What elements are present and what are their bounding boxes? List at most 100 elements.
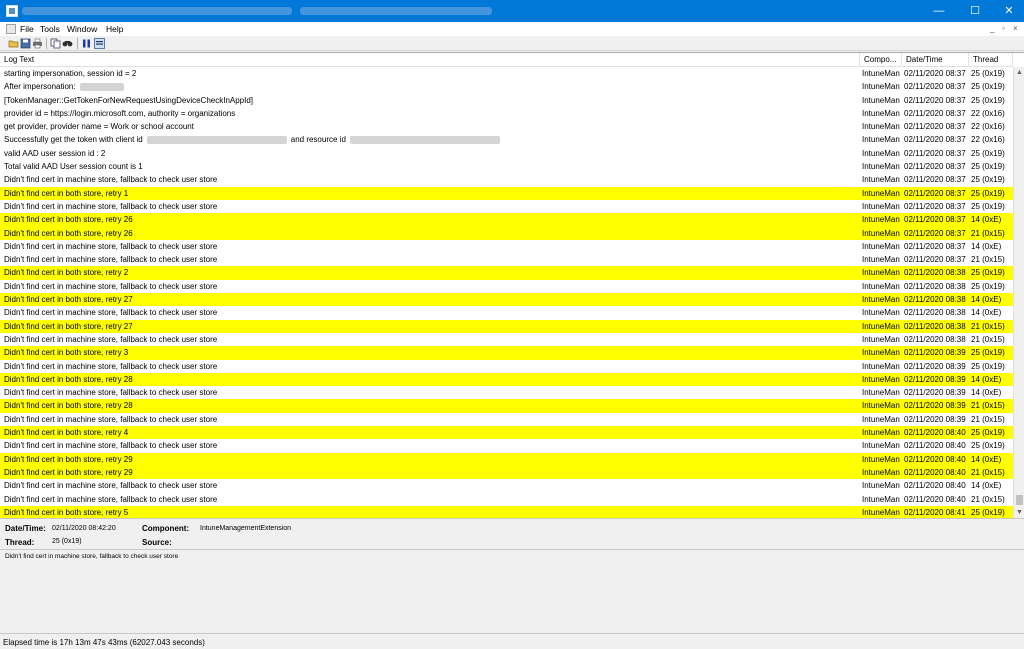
- table-row[interactable]: Successfully get the token with client i…: [0, 133, 1013, 146]
- table-row[interactable]: Didn't find cert in both store, retry 26…: [0, 226, 1013, 240]
- table-row[interactable]: Didn't find cert in both store, retry 29…: [0, 465, 1013, 480]
- log-text-cell: Didn't find cert in machine store, fallb…: [4, 479, 858, 492]
- log-text: Didn't find cert in both store, retry 27: [4, 295, 133, 305]
- log-text-cell: Didn't find cert in machine store, fallb…: [4, 173, 858, 186]
- mdi-close-button[interactable]: ×: [1013, 22, 1018, 36]
- component-cell: IntuneMan: [862, 281, 900, 291]
- document-icon[interactable]: [6, 24, 16, 34]
- log-text-cell: Didn't find cert in both store, retry 27: [4, 320, 858, 333]
- copy-icon[interactable]: [50, 38, 61, 49]
- table-row[interactable]: [TokenManager::GetTokenForNewRequestUsin…: [0, 94, 1013, 107]
- scroll-thumb[interactable]: [1016, 495, 1023, 505]
- table-row[interactable]: Didn't find cert in both store, retry 27…: [0, 293, 1013, 307]
- component-cell: IntuneMan: [862, 148, 900, 158]
- close-button[interactable]: ✕: [992, 0, 1024, 22]
- column-header-thread[interactable]: Thread: [969, 53, 1013, 67]
- menu-help[interactable]: Help: [106, 23, 123, 35]
- datetime-cell: 02/11/2020 08:37: [904, 255, 966, 265]
- open-icon[interactable]: [8, 38, 19, 49]
- pause-icon[interactable]: [81, 38, 92, 49]
- table-row[interactable]: Didn't find cert in both store, retry 4 I…: [0, 426, 1013, 440]
- thread-cell: 14 (0xE): [971, 481, 1002, 491]
- scroll-up-icon[interactable]: ▲: [1014, 67, 1024, 78]
- log-text: Didn't find cert in both store, retry 2: [4, 268, 129, 278]
- thread-cell: 25 (0x19): [971, 69, 1005, 78]
- table-row[interactable]: Didn't find cert in machine store, fallb…: [0, 386, 1013, 399]
- column-header-log-text[interactable]: Log Text: [0, 53, 860, 67]
- log-text: [TokenManager::GetTokenForNewRequestUsin…: [4, 95, 254, 105]
- table-row[interactable]: After impersonation: IntuneMan 02/11/2020 …: [0, 80, 1013, 93]
- table-row[interactable]: Didn't find cert in machine store, fallb…: [0, 253, 1013, 266]
- thread-cell: 14 (0xE): [971, 241, 1002, 251]
- table-row[interactable]: Didn't find cert in machine store, fallb…: [0, 200, 1013, 213]
- log-text-cell: Successfully get the token with client i…: [4, 133, 858, 146]
- find-icon[interactable]: [62, 38, 73, 49]
- thread-value: 25 (0x19): [52, 538, 82, 545]
- table-row[interactable]: Didn't find cert in machine store, fallb…: [0, 173, 1013, 186]
- table-row[interactable]: starting impersonation, session id = 2 In…: [0, 67, 1013, 80]
- menu-window[interactable]: Window: [67, 23, 97, 35]
- table-row[interactable]: Didn't find cert in both store, retry 28…: [0, 372, 1013, 387]
- component-cell: IntuneMan: [862, 122, 900, 132]
- details-pane: Date/Time: 02/11/2020 08:42:20 Component…: [0, 518, 1024, 549]
- table-row[interactable]: Didn't find cert in machine store, fallb…: [0, 493, 1013, 506]
- datetime-cell: 02/11/2020 08:37: [904, 162, 966, 172]
- datetime-cell: 02/11/2020 08:40: [904, 494, 966, 504]
- menu-file[interactable]: File: [20, 23, 34, 35]
- menu-tools[interactable]: Tools: [40, 23, 60, 35]
- highlight-icon[interactable]: [94, 38, 105, 49]
- print-icon[interactable]: [32, 38, 43, 49]
- log-text: Didn't find cert in both store, retry 26: [4, 215, 133, 225]
- table-row[interactable]: Didn't find cert in both store, retry 26…: [0, 213, 1013, 227]
- table-row[interactable]: Didn't find cert in both store, retry 1 I…: [0, 186, 1013, 200]
- thread-cell: 25 (0x19): [971, 175, 1005, 185]
- table-row[interactable]: valid AAD user session id : 2 IntuneMan 02…: [0, 147, 1013, 160]
- table-row[interactable]: Didn't find cert in both store, retry 2 I…: [0, 266, 1013, 280]
- datetime-cell: 02/11/2020 08:40: [904, 467, 966, 477]
- table-row[interactable]: Didn't find cert in both store, retry 29…: [0, 452, 1013, 466]
- table-row[interactable]: Didn't find cert in machine store, fallb…: [0, 439, 1013, 452]
- save-icon[interactable]: [20, 38, 31, 49]
- datetime-cell: 02/11/2020 08:40: [904, 441, 966, 451]
- mdi-restore-button[interactable]: ▫: [1002, 22, 1005, 36]
- table-row[interactable]: provider id = https://login.microsoft.co…: [0, 107, 1013, 120]
- datetime-cell: 02/11/2020 08:39: [904, 388, 966, 398]
- table-row[interactable]: Didn't find cert in both store, retry 5 I…: [0, 505, 1013, 518]
- log-text-cell: Didn't find cert in both store, retry 27: [4, 293, 858, 306]
- thread-cell: 25 (0x19): [971, 507, 1005, 517]
- component-cell: IntuneMan: [862, 321, 900, 331]
- component-cell: IntuneMan: [862, 241, 900, 251]
- thread-cell: 25 (0x19): [971, 428, 1005, 438]
- table-row[interactable]: get provider, provider name = Work or sc…: [0, 120, 1013, 133]
- table-row[interactable]: Didn't find cert in machine store, fallb…: [0, 280, 1013, 293]
- column-header-datetime[interactable]: Date/Time: [902, 53, 969, 67]
- app-icon: [6, 5, 18, 17]
- thread-cell: 21 (0x15): [971, 321, 1005, 331]
- table-row[interactable]: Didn't find cert in both store, retry 27…: [0, 319, 1013, 333]
- vertical-scrollbar[interactable]: ▲ ▼: [1013, 67, 1024, 518]
- log-text: Didn't find cert in machine store, fallb…: [4, 201, 218, 211]
- table-row[interactable]: Didn't find cert in machine store, fallb…: [0, 479, 1013, 492]
- mdi-minimize-button[interactable]: _: [990, 22, 994, 36]
- datetime-cell: 02/11/2020 08:39: [904, 361, 966, 371]
- table-row[interactable]: Didn't find cert in machine store, fallb…: [0, 413, 1013, 426]
- message-pane[interactable]: Didn't find cert in machine store, fallb…: [0, 549, 1024, 634]
- maximize-button[interactable]: ☐: [958, 0, 992, 22]
- log-text-cell: provider id = https://login.microsoft.co…: [4, 107, 858, 120]
- table-row[interactable]: Didn't find cert in both store, retry 28…: [0, 399, 1013, 413]
- table-row[interactable]: Didn't find cert in machine store, fallb…: [0, 333, 1013, 346]
- log-text: Didn't find cert in machine store, fallb…: [4, 494, 218, 504]
- datetime-cell: 02/11/2020 08:37: [904, 175, 966, 185]
- column-header-component[interactable]: Compo...: [860, 53, 902, 67]
- datetime-cell: 02/11/2020 08:37: [904, 135, 966, 145]
- table-row[interactable]: Didn't find cert in machine store, fallb…: [0, 240, 1013, 253]
- scroll-down-icon[interactable]: ▼: [1014, 507, 1024, 518]
- table-row[interactable]: Didn't find cert in machine store, fallb…: [0, 360, 1013, 373]
- table-row[interactable]: Didn't find cert in both store, retry 3 I…: [0, 346, 1013, 360]
- table-row[interactable]: Didn't find cert in machine store, fallb…: [0, 306, 1013, 319]
- table-row[interactable]: Total valid AAD User session count is 1 I…: [0, 160, 1013, 173]
- datetime-cell: 02/11/2020 08:37: [904, 241, 966, 251]
- log-text-cell: Didn't find cert in both store, retry 28: [4, 373, 858, 386]
- log-text-cell: [TokenManager::GetTokenForNewRequestUsin…: [4, 94, 858, 107]
- minimize-button[interactable]: —: [922, 0, 956, 22]
